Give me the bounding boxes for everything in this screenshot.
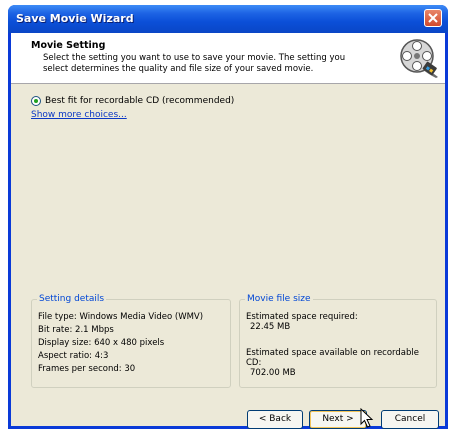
- cancel-button[interactable]: Cancel: [381, 410, 439, 429]
- film-reel-icon: [400, 39, 438, 78]
- close-button[interactable]: [424, 9, 442, 27]
- setting-details-group: Setting details File type: Windows Media…: [31, 294, 231, 388]
- page-description: Select the setting you want to use to sa…: [43, 53, 346, 74]
- setting-details-title: Setting details: [37, 294, 107, 305]
- space-required-value: 22.45 MB: [250, 322, 291, 332]
- wizard-window: Save Movie Wizard Movie Setting Select t…: [8, 5, 448, 429]
- back-button[interactable]: < Back: [247, 410, 303, 429]
- file-type-detail: File type: Windows Media Video (WMV): [38, 312, 204, 322]
- close-icon: [428, 13, 438, 23]
- best-fit-radio[interactable]: [31, 95, 41, 106]
- frames-per-second-detail: Frames per second: 30: [38, 364, 136, 374]
- show-more-choices-link[interactable]: Show more choices...: [31, 110, 127, 120]
- aspect-ratio-detail: Aspect ratio: 4:3: [38, 351, 109, 361]
- space-available-value: 702.00 MB: [250, 368, 296, 378]
- bit-rate-detail: Bit rate: 2.1 Mbps: [38, 325, 114, 335]
- dialog-client-area: Movie Setting Select the setting you wan…: [11, 33, 445, 429]
- space-required-label: Estimated space required:: [246, 312, 358, 322]
- movie-file-size-group: Movie file size Estimated space required…: [239, 294, 437, 388]
- best-fit-label: Best fit for recordable CD (recommended): [45, 95, 235, 106]
- space-available-label: Estimated space available on recordable …: [246, 348, 419, 368]
- best-fit-option[interactable]: Best fit for recordable CD (recommended): [31, 94, 234, 107]
- page-title: Movie Setting: [31, 40, 106, 51]
- mouse-pointer-icon: [360, 408, 374, 428]
- title-bar[interactable]: Save Movie Wizard: [8, 5, 448, 33]
- next-button[interactable]: Next >: [309, 410, 367, 429]
- movie-file-size-title: Movie file size: [245, 294, 313, 305]
- wizard-header: Movie Setting Select the setting you wan…: [11, 33, 445, 84]
- window-title: Save Movie Wizard: [16, 12, 134, 25]
- setting-details-list: File type: Windows Media Video (WMV) Bit…: [38, 311, 203, 376]
- file-size-info: Estimated space required: 22.45 MB Estim…: [246, 312, 436, 378]
- display-size-detail: Display size: 640 x 480 pixels: [38, 338, 165, 348]
